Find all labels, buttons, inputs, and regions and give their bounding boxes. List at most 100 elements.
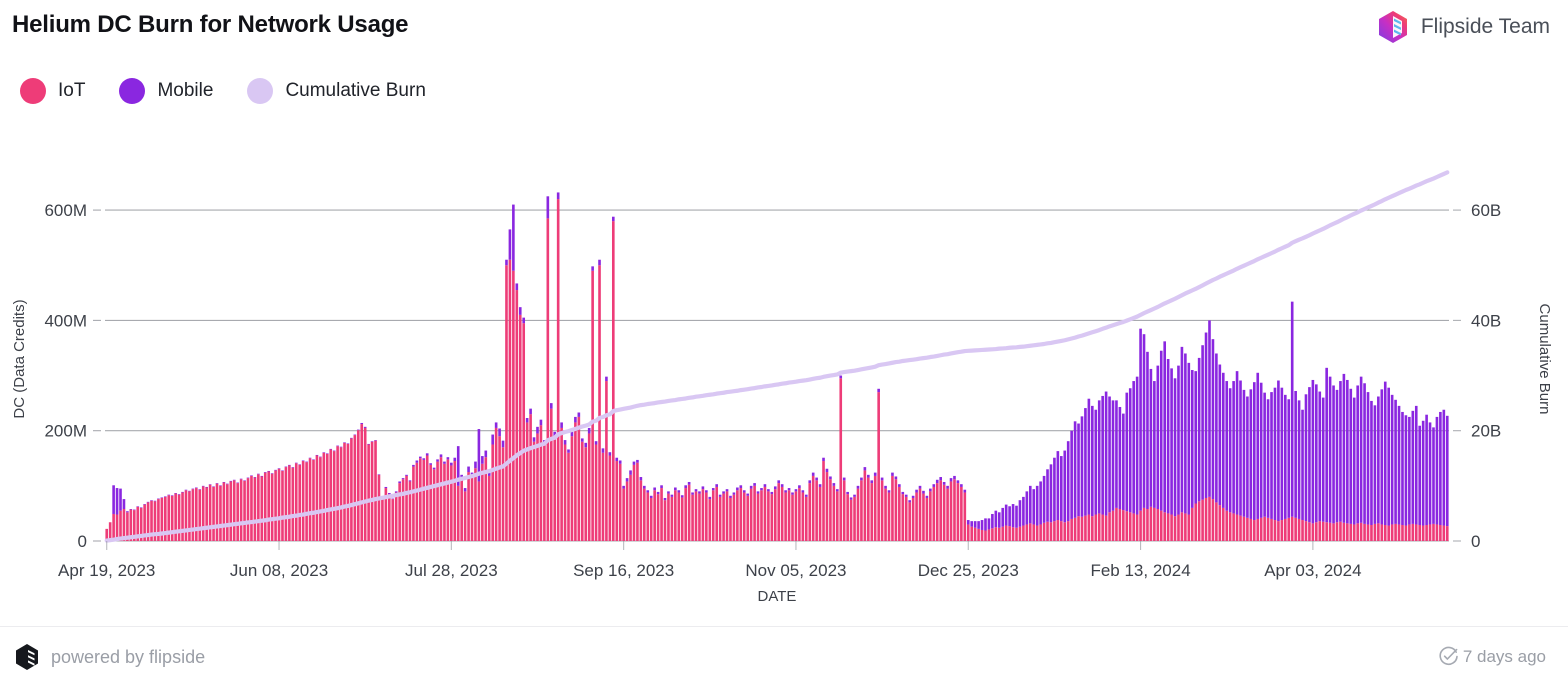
bar-iot[interactable] bbox=[1325, 522, 1328, 541]
bar-mobile[interactable] bbox=[1215, 353, 1218, 503]
bar-mobile[interactable] bbox=[1132, 381, 1135, 514]
bar-mobile[interactable] bbox=[1042, 475, 1046, 523]
bar-mobile[interactable] bbox=[725, 489, 729, 492]
bar-iot[interactable] bbox=[332, 451, 336, 541]
bar-iot[interactable] bbox=[1421, 525, 1425, 541]
bar-iot[interactable] bbox=[777, 483, 781, 541]
bar-mobile[interactable] bbox=[977, 521, 980, 529]
bar-mobile[interactable] bbox=[356, 429, 360, 431]
bar-mobile[interactable] bbox=[1401, 411, 1404, 526]
bar-iot[interactable] bbox=[1022, 525, 1025, 541]
bar-iot[interactable] bbox=[811, 475, 815, 541]
bar-mobile[interactable] bbox=[649, 495, 653, 498]
bar-mobile[interactable] bbox=[1177, 365, 1180, 515]
bar-iot[interactable] bbox=[325, 453, 329, 541]
bar-mobile[interactable] bbox=[1339, 381, 1342, 522]
bar-mobile[interactable] bbox=[1363, 383, 1366, 524]
bar-mobile[interactable] bbox=[767, 489, 770, 492]
bar-mobile[interactable] bbox=[467, 466, 470, 473]
bar-mobile[interactable] bbox=[1442, 409, 1446, 526]
bar-iot[interactable] bbox=[236, 483, 239, 541]
bar-iot[interactable] bbox=[949, 481, 953, 541]
bar-iot[interactable] bbox=[546, 218, 550, 541]
bar-mobile[interactable] bbox=[332, 450, 336, 452]
bar-mobile[interactable] bbox=[450, 462, 453, 466]
bar-iot[interactable] bbox=[1070, 518, 1073, 541]
bar-iot[interactable] bbox=[456, 485, 460, 541]
bar-mobile[interactable] bbox=[1166, 359, 1170, 514]
bar-mobile[interactable] bbox=[804, 494, 808, 497]
bar-mobile[interactable] bbox=[222, 481, 226, 483]
bar-iot[interactable] bbox=[832, 485, 836, 541]
bar-mobile[interactable] bbox=[1383, 381, 1387, 526]
bar-iot[interactable] bbox=[1101, 514, 1104, 541]
bar-mobile[interactable] bbox=[625, 478, 629, 482]
bar-iot[interactable] bbox=[598, 265, 601, 541]
bar-mobile[interactable] bbox=[639, 477, 643, 481]
bar-iot[interactable] bbox=[1211, 499, 1215, 541]
bar-iot[interactable] bbox=[732, 494, 736, 541]
bar-iot[interactable] bbox=[656, 494, 660, 541]
bar-iot[interactable] bbox=[422, 459, 426, 541]
bar-iot[interactable] bbox=[512, 270, 515, 541]
bar-iot[interactable] bbox=[825, 472, 829, 541]
bar-iot[interactable] bbox=[398, 483, 401, 541]
bar-iot[interactable] bbox=[929, 491, 932, 541]
bar-iot[interactable] bbox=[580, 441, 584, 541]
bar-mobile[interactable] bbox=[443, 461, 446, 464]
bar-mobile[interactable] bbox=[115, 488, 119, 515]
bar-mobile[interactable] bbox=[515, 283, 519, 291]
bar-iot[interactable] bbox=[711, 490, 715, 541]
bar-iot[interactable] bbox=[1287, 517, 1291, 541]
bar-mobile[interactable] bbox=[1153, 381, 1156, 508]
bar-iot[interactable] bbox=[346, 443, 350, 541]
bar-iot[interactable] bbox=[1304, 521, 1308, 541]
bar-iot[interactable] bbox=[911, 497, 915, 541]
bar-iot[interactable] bbox=[1318, 521, 1322, 541]
bar-iot[interactable] bbox=[1059, 521, 1063, 541]
bar-iot[interactable] bbox=[401, 479, 405, 541]
bar-mobile[interactable] bbox=[808, 480, 812, 484]
bar-iot[interactable] bbox=[1294, 517, 1297, 541]
bar-iot[interactable] bbox=[718, 496, 722, 541]
bar-mobile[interactable] bbox=[636, 459, 639, 463]
bar-mobile[interactable] bbox=[126, 511, 129, 513]
bar-iot[interactable] bbox=[329, 449, 333, 541]
bar-mobile[interactable] bbox=[122, 499, 126, 510]
bar-mobile[interactable] bbox=[877, 388, 880, 393]
bar-mobile[interactable] bbox=[574, 416, 577, 423]
bar-iot[interactable] bbox=[1118, 509, 1122, 541]
bar-iot[interactable] bbox=[763, 486, 767, 541]
bar-mobile[interactable] bbox=[1280, 387, 1284, 521]
bar-iot[interactable] bbox=[849, 499, 853, 541]
bar-mobile[interactable] bbox=[1001, 507, 1005, 527]
bar-mobile[interactable] bbox=[646, 490, 650, 493]
bar-iot[interactable] bbox=[1359, 522, 1363, 541]
bar-mobile[interactable] bbox=[870, 480, 874, 484]
bar-iot[interactable] bbox=[1404, 525, 1408, 541]
bar-iot[interactable] bbox=[1097, 513, 1101, 541]
bar-mobile[interactable] bbox=[1421, 420, 1425, 526]
last-updated[interactable]: 7 days ago bbox=[1438, 646, 1546, 667]
bar-iot[interactable] bbox=[918, 488, 922, 541]
bar-mobile[interactable] bbox=[129, 509, 133, 510]
bar-mobile[interactable] bbox=[991, 513, 994, 529]
bar-mobile[interactable] bbox=[846, 491, 849, 495]
bar-iot[interactable] bbox=[1204, 497, 1208, 541]
bar-iot[interactable] bbox=[1232, 513, 1235, 541]
bar-iot[interactable] bbox=[508, 259, 512, 541]
bar-iot[interactable] bbox=[567, 452, 570, 541]
bar-iot[interactable] bbox=[1366, 524, 1370, 541]
bar-mobile[interactable] bbox=[842, 477, 846, 481]
bar-mobile[interactable] bbox=[1335, 389, 1339, 523]
bar-iot[interactable] bbox=[1263, 516, 1266, 541]
bar-mobile[interactable] bbox=[1004, 504, 1008, 526]
bar-mobile[interactable] bbox=[143, 504, 146, 505]
bar-mobile[interactable] bbox=[419, 456, 422, 459]
bar-iot[interactable] bbox=[997, 527, 1001, 541]
bar-iot[interactable] bbox=[622, 488, 625, 541]
bar-iot[interactable] bbox=[212, 486, 215, 541]
bar-mobile[interactable] bbox=[1404, 415, 1408, 526]
bar-mobile[interactable] bbox=[1425, 414, 1428, 526]
bar-iot[interactable] bbox=[1035, 525, 1039, 541]
